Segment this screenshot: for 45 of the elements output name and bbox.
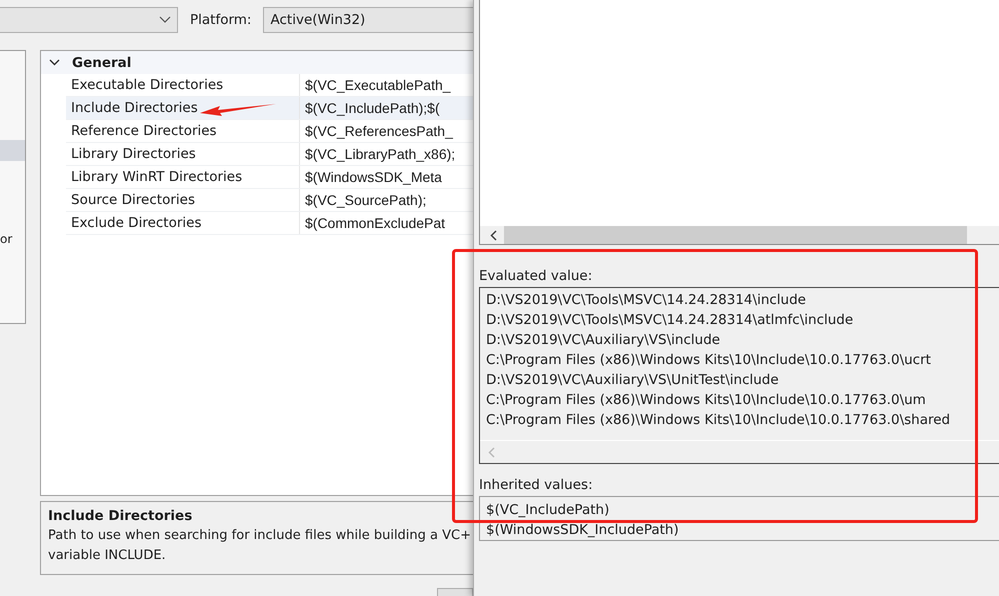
path-line: D:\VS2019\VC\Tools\MSVC\14.24.28314\include — [486, 291, 807, 310]
chevron-down-icon — [159, 16, 171, 24]
property-row[interactable]: Source Directories $(VC_SourcePath); — [66, 189, 473, 212]
property-row[interactable]: Exclude Directories $(CommonExcludePat — [66, 212, 473, 235]
property-name: Source Directories — [66, 189, 300, 211]
path-line: C:\Program Files (x86)\Windows Kits\10\Include\10.0.17763.0\shared — [486, 411, 952, 430]
description-title: Include Directories — [48, 507, 194, 526]
scrollbar-thumb[interactable] — [504, 226, 967, 244]
property-value: $(CommonExcludePat — [304, 214, 446, 233]
property-name: Library Directories — [66, 143, 300, 165]
chevron-down-icon[interactable] — [49, 59, 60, 66]
property-row[interactable]: Library WinRT Directories $(WindowsSDK_Meta — [66, 166, 473, 189]
inherited-values-label: Inherited values: — [479, 476, 594, 495]
property-value: $(VC_LibraryPath_x86); — [304, 145, 456, 164]
group-title: General — [72, 54, 132, 70]
evaluated-value-label: Evaluated value: — [479, 267, 594, 286]
property-value: $(WindowsSDK_Meta — [304, 168, 442, 187]
horizontal-scrollbar[interactable] — [479, 226, 999, 245]
platform-label: Platform: — [190, 12, 252, 28]
path-line: C:\Program Files (x86)\Windows Kits\10\Include\10.0.17763.0\ucrt — [486, 351, 932, 370]
inherited-value: $(WindowsSDK_IncludePath) — [486, 521, 680, 540]
path-line: D:\VS2019\VC\Auxiliary\VS\include — [486, 331, 722, 350]
property-name: Exclude Directories — [66, 212, 300, 234]
platform-dropdown[interactable]: Active(Win32) — [263, 7, 473, 33]
path-line: D:\VS2019\VC\Tools\MSVC\14.24.28314\atlmfc\include — [486, 311, 854, 330]
property-name: Library WinRT Directories — [66, 166, 300, 188]
property-name: Executable Directories — [66, 74, 300, 96]
property-row[interactable]: Executable Directories $(VC_ExecutablePath_ — [66, 74, 473, 97]
property-value: $(VC_ExecutablePath_ — [304, 76, 451, 95]
property-value: $(VC_ReferencesPath_ — [304, 122, 453, 141]
description-text: Path to use when searching for include files while building a VC+ — [48, 527, 472, 545]
inherited-value: $(VC_IncludePath) — [486, 501, 610, 520]
tree-item[interactable]: or — [0, 229, 25, 250]
configuration-dropdown[interactable] — [0, 7, 178, 33]
path-line: C:\Program Files (x86)\Windows Kits\10\Include\10.0.17763.0\um — [486, 391, 927, 410]
property-value: $(VC_SourcePath); — [304, 191, 426, 210]
property-row[interactable]: Include Directories $(VC_IncludePath);$( — [66, 97, 473, 120]
property-row[interactable]: Library Directories $(VC_LibraryPath_x86); — [66, 143, 473, 166]
property-row[interactable]: Reference Directories $(VC_ReferencesPath_ — [66, 120, 473, 143]
button[interactable] — [437, 588, 473, 596]
scroll-left-icon[interactable] — [490, 230, 497, 240]
path-line: D:\VS2019\VC\Auxiliary\VS\UnitTest\include — [486, 371, 780, 390]
property-value: $(VC_IncludePath);$( — [304, 99, 440, 118]
property-name: Reference Directories — [66, 120, 300, 142]
description-text: variable INCLUDE. — [48, 547, 167, 565]
